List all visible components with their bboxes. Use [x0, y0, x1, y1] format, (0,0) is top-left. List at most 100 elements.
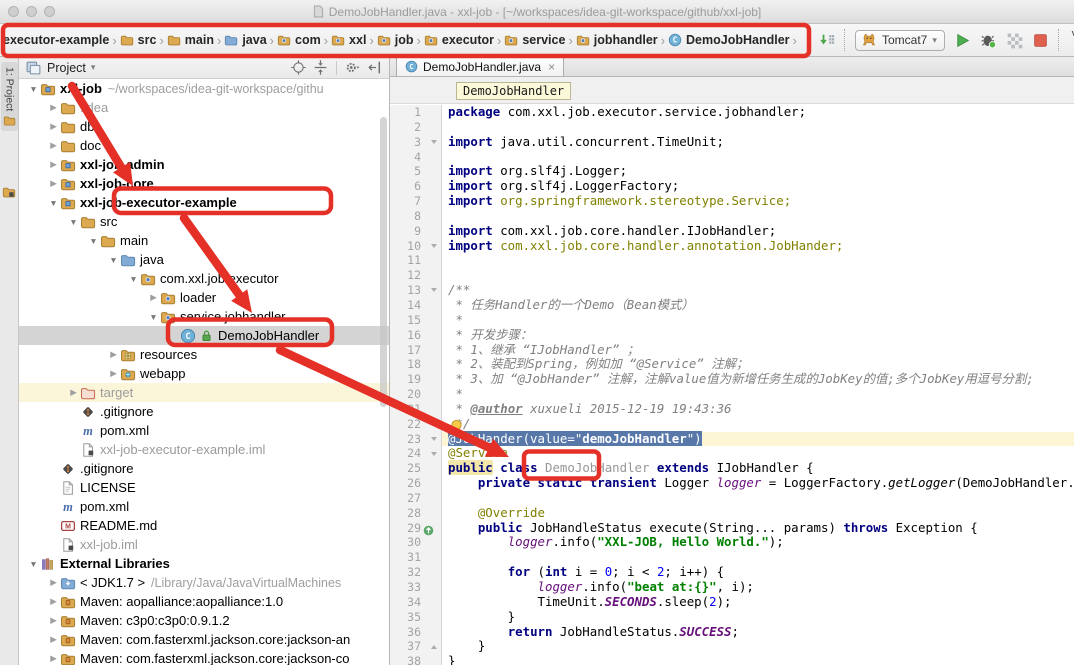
navigate-down-icon[interactable] — [818, 32, 835, 49]
tree-item-src[interactable]: ▼src — [19, 212, 389, 231]
vcs-update-button[interactable]: VCS — [1069, 30, 1074, 50]
breadcrumb-item-executor[interactable]: executor — [424, 33, 494, 47]
tree-expand-arrow[interactable]: ▶ — [107, 349, 120, 360]
code-line-22[interactable]: */ — [442, 417, 1074, 432]
tree-item-pom-xml[interactable]: mpom.xml — [19, 421, 389, 440]
tree-item-db[interactable]: ▶db — [19, 117, 389, 136]
tree-item--gitignore[interactable]: .gitignore — [19, 402, 389, 421]
code-line-3[interactable]: import java.util.concurrent.TimeUnit; — [442, 135, 1074, 150]
code-line-10[interactable]: import com.xxl.job.core.handler.annotati… — [442, 239, 1074, 254]
code-line-31[interactable] — [442, 550, 1074, 565]
fold-marker[interactable] — [431, 452, 437, 456]
line-number[interactable]: 36 — [390, 625, 441, 640]
breadcrumb-item-executor-example[interactable]: executor-example — [3, 33, 109, 47]
code-line-5[interactable]: import org.slf4j.Logger; — [442, 164, 1074, 179]
tree-item-main[interactable]: ▼main — [19, 231, 389, 250]
editor-breadcrumb-chip[interactable]: DemoJobHandler — [456, 82, 571, 100]
line-number[interactable]: 7 — [390, 194, 441, 209]
line-number[interactable]: 14 — [390, 298, 441, 313]
tree-item-java[interactable]: ▼java — [19, 250, 389, 269]
tree-item--idea[interactable]: ▶.idea — [19, 98, 389, 117]
line-number[interactable]: 6 — [390, 179, 441, 194]
tree-item-loader[interactable]: ▶loader — [19, 288, 389, 307]
debug-button[interactable] — [980, 32, 997, 49]
line-number[interactable]: 38 — [390, 654, 441, 665]
code-line-38[interactable]: } — [442, 654, 1074, 665]
tree-item--gitignore[interactable]: .gitignore — [19, 459, 389, 478]
tree-expand-arrow[interactable]: ▶ — [107, 368, 120, 379]
code-line-13[interactable]: /** — [442, 283, 1074, 298]
stop-button[interactable] — [1032, 32, 1049, 49]
code-line-26[interactable]: private static transient Logger logger =… — [442, 476, 1074, 491]
tree-item-com-xxl-job-executor[interactable]: ▼com.xxl.job.executor — [19, 269, 389, 288]
line-number[interactable]: 12 — [390, 268, 441, 283]
tree-item-demojobhandler[interactable]: CDemoJobHandler — [19, 326, 389, 345]
breadcrumb-item-jobhandler[interactable]: jobhandler — [576, 33, 658, 47]
tree-item-xxl-job-executor-example[interactable]: ▼xxl-job-executor-example — [19, 193, 389, 212]
tree-expand-arrow[interactable]: ▶ — [147, 292, 160, 303]
coverage-button[interactable] — [1006, 32, 1023, 49]
line-number[interactable]: 9 — [390, 224, 441, 239]
code-line-6[interactable]: import org.slf4j.LoggerFactory; — [442, 179, 1074, 194]
line-number[interactable]: 17 — [390, 343, 441, 358]
line-number[interactable]: 16 — [390, 328, 441, 343]
fold-marker[interactable] — [431, 244, 437, 248]
fold-marker[interactable] — [431, 645, 437, 649]
tree-expand-arrow[interactable]: ▼ — [27, 84, 40, 94]
code-line-11[interactable] — [442, 253, 1074, 268]
breadcrumb-item-main[interactable]: main — [167, 33, 214, 47]
breadcrumb-item-src[interactable]: src — [120, 33, 157, 47]
code-line-21[interactable]: * @author xuxueli 2015-12-19 19:43:36 — [442, 402, 1074, 417]
code-line-16[interactable]: * 开发步骤： — [442, 328, 1074, 343]
code-line-4[interactable] — [442, 150, 1074, 165]
run-button[interactable] — [954, 32, 971, 49]
fold-marker[interactable] — [431, 437, 437, 441]
code-line-33[interactable]: logger.info("beat at:{}", i); — [442, 580, 1074, 595]
tree-item-doc[interactable]: ▶doc — [19, 136, 389, 155]
line-number[interactable]: 5 — [390, 164, 441, 179]
line-number[interactable]: 19 — [390, 372, 441, 387]
tree-item--jdk1-7-[interactable]: ▶< JDK1.7 >/Library/Java/JavaVirtualMach… — [19, 573, 389, 592]
overriding-method-gutter-icon[interactable] — [423, 523, 434, 534]
tree-expand-arrow[interactable]: ▼ — [107, 255, 120, 265]
close-tab-icon[interactable]: × — [548, 60, 555, 74]
tree-expand-arrow[interactable]: ▶ — [47, 577, 60, 588]
tree-expand-arrow[interactable]: ▶ — [47, 615, 60, 626]
tree-expand-arrow[interactable]: ▶ — [47, 121, 60, 132]
tree-item-maven-c3p0-c3p0-0-9-1-2[interactable]: ▶Maven: c3p0:c3p0:0.9.1.2 — [19, 611, 389, 630]
tree-item-xxl-job-admin[interactable]: ▶xxl-job-admin — [19, 155, 389, 174]
fold-marker[interactable] — [431, 288, 437, 292]
tree-scrollbar-thumb[interactable] — [380, 117, 387, 407]
code-line-32[interactable]: for (int i = 0; i < 2; i++) { — [442, 565, 1074, 580]
tree-item-readme-md[interactable]: MREADME.md — [19, 516, 389, 535]
line-number[interactable]: 15 — [390, 313, 441, 328]
settings-gear-icon[interactable] — [344, 59, 361, 76]
tree-item-external-libraries[interactable]: ▼External Libraries — [19, 554, 389, 573]
editor-gutter[interactable]: 1234567891011121314151617181920212223242… — [390, 105, 442, 665]
tree-item-maven-com-fasterxml-jackson-core-jackson-co[interactable]: ▶Maven: com.fasterxml.jackson.core:jacks… — [19, 649, 389, 665]
tree-expand-arrow[interactable]: ▶ — [47, 102, 60, 113]
tree-item-target[interactable]: ▶target — [19, 383, 389, 402]
line-number[interactable]: 2 — [390, 120, 441, 135]
line-number[interactable]: 35 — [390, 610, 441, 625]
tree-item-license[interactable]: LICENSE — [19, 478, 389, 497]
code-line-27[interactable] — [442, 491, 1074, 506]
tree-item-pom-xml[interactable]: mpom.xml — [19, 497, 389, 516]
code-line-17[interactable]: * 1、继承 “IJobHandler” ； — [442, 343, 1074, 358]
breadcrumb-item-xxl[interactable]: xxl — [331, 33, 366, 47]
tree-item-xxl-job-iml[interactable]: xxl-job.iml — [19, 535, 389, 554]
breadcrumb-item-com[interactable]: com — [277, 33, 321, 47]
favorites-stripe-icon[interactable] — [2, 185, 16, 199]
tree-expand-arrow[interactable]: ▶ — [47, 178, 60, 189]
code-line-23[interactable]: @JobHander(value="demoJobHandler") — [442, 432, 1074, 447]
intention-bulb-icon[interactable] — [450, 419, 463, 435]
tree-expand-arrow[interactable]: ▼ — [147, 312, 160, 322]
tree-expand-arrow[interactable]: ▶ — [47, 159, 60, 170]
code-line-1[interactable]: package com.xxl.job.executor.service.job… — [442, 105, 1074, 120]
code-line-9[interactable]: import com.xxl.job.core.handler.IJobHand… — [442, 224, 1074, 239]
tree-item-service-jobhandler[interactable]: ▼service.jobhandler — [19, 307, 389, 326]
tree-expand-arrow[interactable]: ▼ — [67, 217, 80, 227]
line-number[interactable]: 27 — [390, 491, 441, 506]
run-configuration-select[interactable]: Tomcat7 ▾ — [855, 30, 945, 51]
code-line-24[interactable]: @Service — [442, 446, 1074, 461]
